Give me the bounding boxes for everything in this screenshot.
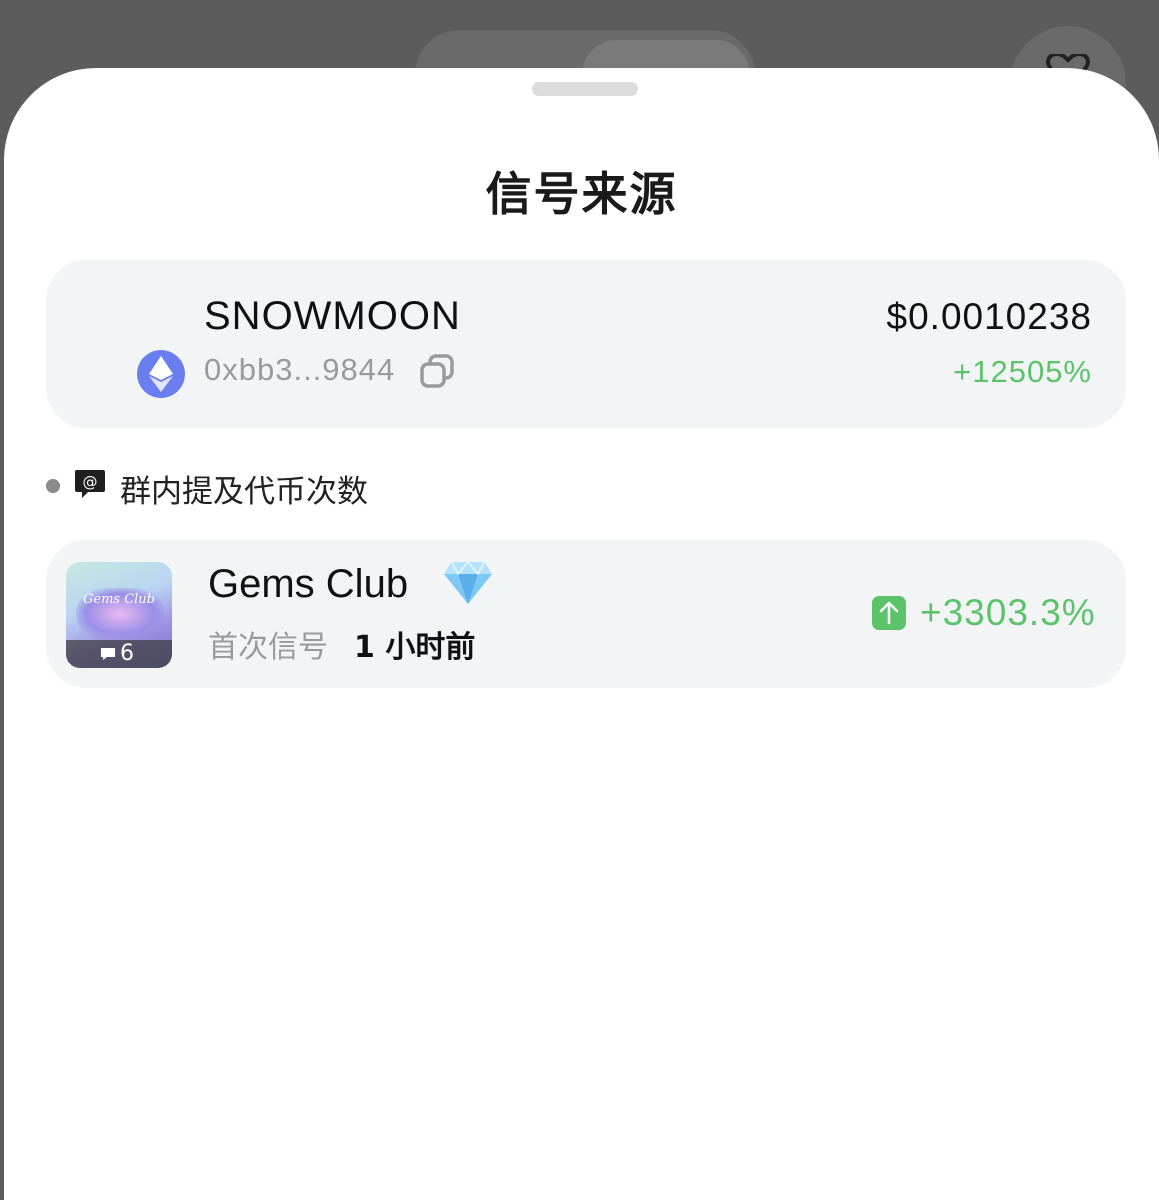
diamond-icon <box>442 560 494 606</box>
mention-count-badge: 6 <box>66 640 172 668</box>
arrow-up-icon <box>872 596 906 630</box>
group-name: Gems Club <box>208 562 409 606</box>
avatar-logo-text: Gems Club <box>82 592 155 607</box>
ethereum-icon <box>137 350 185 398</box>
token-price-change: +12505% <box>953 354 1092 389</box>
token-price: $0.0010238 <box>886 296 1092 337</box>
first-signal-label: 首次信号 <box>208 630 328 665</box>
chat-bubble-icon <box>101 648 115 660</box>
svg-text:@: @ <box>83 473 98 491</box>
group-card[interactable]: Gems Club 6 Gems Club 首次信号 1 小时前 +3303.3… <box>46 540 1126 688</box>
token-card[interactable]: SNOWMOON 0xbb3...9844 $0.0010238 +12505% <box>46 260 1126 428</box>
copy-icon[interactable] <box>418 352 458 392</box>
sheet-grabber[interactable] <box>532 82 638 96</box>
mention-chat-icon: @ <box>74 468 106 500</box>
token-address: 0xbb3...9844 <box>204 352 396 387</box>
first-signal-time: 1 小时前 <box>354 630 476 665</box>
section-label: 群内提及代币次数 <box>120 474 368 510</box>
token-name: SNOWMOON <box>204 294 461 338</box>
group-avatar: Gems Club 6 <box>66 562 172 668</box>
sheet-title: 信号来源 <box>485 167 678 221</box>
bullet-dot <box>46 479 60 493</box>
group-price-change: +3303.3% <box>920 592 1096 633</box>
mention-count: 6 <box>120 641 134 666</box>
signal-source-sheet: 信号来源 SNOWMOON 0xbb3...9844 $0.0010238 +1… <box>4 68 1159 1200</box>
